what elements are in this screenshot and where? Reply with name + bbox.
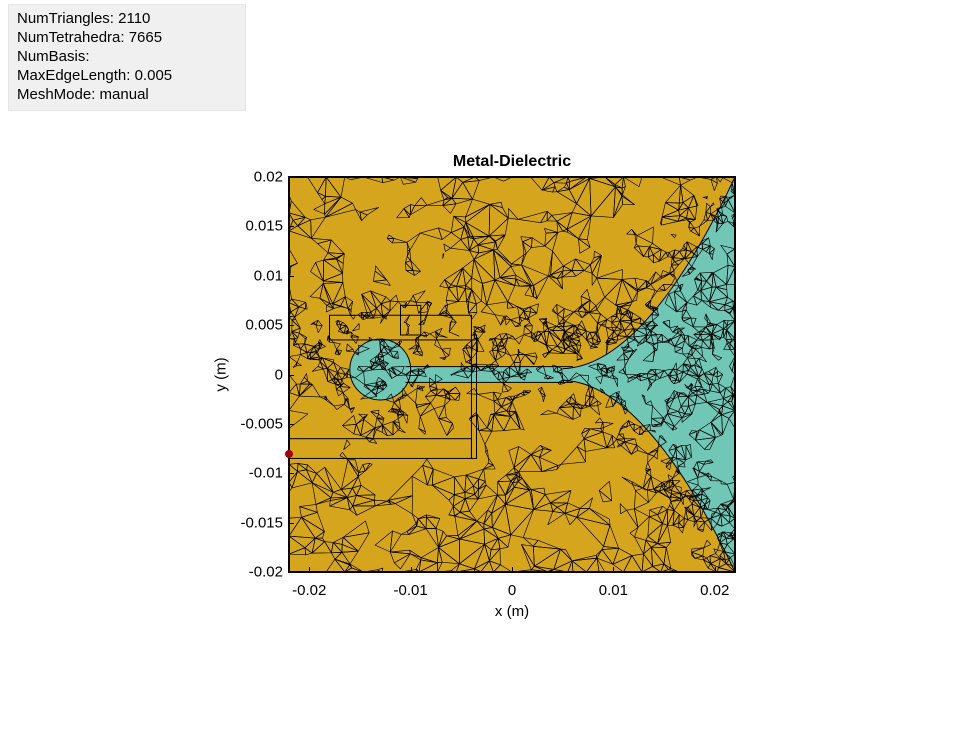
tick-text: 0.02 <box>254 169 283 186</box>
value: 7665 <box>129 29 162 46</box>
x-tick-mark <box>613 567 614 573</box>
tick-text: 0 <box>275 366 283 383</box>
y-tick-label: 0 <box>275 366 283 383</box>
info-num-basis: NumBasis: <box>17 47 237 66</box>
info-num-triangles: NumTriangles: 2110 <box>17 9 237 28</box>
y-tick-mark <box>288 473 294 474</box>
info-mesh-mode: MeshMode: manual <box>17 85 237 104</box>
label: NumTetrahedra: <box>17 29 129 46</box>
tick-text: 0 <box>508 582 516 599</box>
y-tick-label: 0.015 <box>245 218 283 235</box>
tick-text: -0.02 <box>249 564 283 581</box>
value: 2110 <box>118 10 150 27</box>
info-max-edge-length: MaxEdgeLength: 0.005 <box>17 66 237 85</box>
tick-text: -0.015 <box>240 514 283 531</box>
y-tick-label: 0.005 <box>245 317 283 334</box>
x-tick-label: 0 <box>508 582 516 599</box>
label: NumBasis: <box>17 48 90 65</box>
x-tick-label: 0.01 <box>599 582 628 599</box>
info-num-tetrahedra: NumTetrahedra: 7665 <box>17 28 237 47</box>
tick-text: -0.005 <box>240 415 283 432</box>
tick-text: 0.01 <box>599 582 628 599</box>
x-tick-label: 0.02 <box>700 582 729 599</box>
x-tick-mark <box>512 567 513 573</box>
tick-text: 0.01 <box>254 267 283 284</box>
y-tick-label: -0.005 <box>240 415 283 432</box>
tick-text: -0.01 <box>394 582 428 599</box>
plot-title: Metal-Dielectric <box>289 153 735 171</box>
figure-root: NumTriangles: 2110 NumTetrahedra: 7665 N… <box>0 0 980 735</box>
y-tick-mark <box>288 276 294 277</box>
x-axis-label: x (m) <box>289 603 735 620</box>
y-tick-label: -0.01 <box>249 465 283 482</box>
label: MaxEdgeLength: <box>17 67 135 84</box>
tick-text: -0.01 <box>249 465 283 482</box>
y-tick-label: -0.015 <box>240 514 283 531</box>
y-tick-label: 0.01 <box>254 267 283 284</box>
y-tick-mark <box>288 424 294 425</box>
x-tick-label: -0.01 <box>394 582 428 599</box>
y-tick-mark <box>288 375 294 376</box>
y-axis-label: y (m) <box>213 177 229 572</box>
tick-text: 0.005 <box>245 317 283 334</box>
y-tick-mark <box>288 226 294 227</box>
x-tick-label: -0.02 <box>292 582 326 599</box>
y-tick-mark <box>288 325 294 326</box>
y-tick-mark <box>288 523 294 524</box>
mesh-plot <box>289 177 735 572</box>
tick-text: 0.015 <box>245 218 283 235</box>
feed-point-marker <box>285 450 293 458</box>
value: 0.005 <box>135 67 173 84</box>
y-tick-mark <box>288 177 294 178</box>
y-tick-mark <box>288 572 294 573</box>
y-axis-label-text: y (m) <box>213 357 230 391</box>
axes: Metal-Dielectric y (m) x (m) 0.020.0150.… <box>288 176 736 573</box>
value: manual <box>100 86 149 103</box>
tick-text: -0.02 <box>292 582 326 599</box>
mesh-info-box: NumTriangles: 2110 NumTetrahedra: 7665 N… <box>8 4 246 111</box>
x-tick-mark <box>715 567 716 573</box>
label: MeshMode: <box>17 86 100 103</box>
x-tick-mark <box>411 567 412 573</box>
x-tick-mark <box>309 567 310 573</box>
y-tick-label: 0.02 <box>254 169 283 186</box>
tick-text: 0.02 <box>700 582 729 599</box>
label: NumTriangles: <box>17 10 118 27</box>
y-tick-label: -0.02 <box>249 564 283 581</box>
